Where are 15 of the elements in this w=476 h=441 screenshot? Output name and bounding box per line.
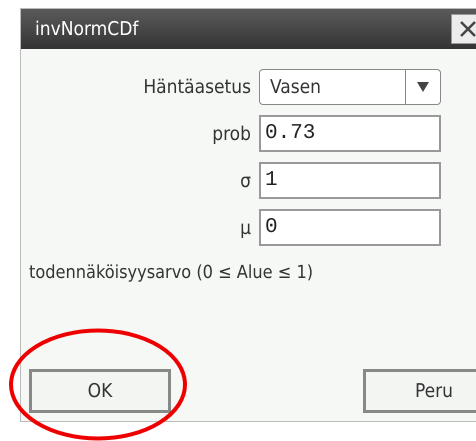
field-label: Häntäasetus: [142, 76, 251, 98]
field-label: μ: [239, 216, 251, 238]
hint-text: todennäköisyysarvo (0 ≤ Alue ≤ 1): [28, 262, 314, 283]
ok-button[interactable]: OK: [29, 369, 171, 413]
input-field[interactable]: 0.73: [259, 115, 441, 152]
window-title: invNormCDf: [35, 18, 138, 40]
input-field[interactable]: 0: [259, 209, 441, 246]
field-label: prob: [211, 122, 251, 144]
field-label: σ: [239, 170, 251, 192]
cancel-button[interactable]: Peru: [363, 369, 476, 413]
close-icon: [459, 20, 476, 38]
close-button[interactable]: [451, 14, 476, 44]
dropdown[interactable]: Vasen: [259, 69, 441, 105]
caret-icon: [417, 82, 429, 92]
input-field[interactable]: 1: [259, 162, 441, 199]
